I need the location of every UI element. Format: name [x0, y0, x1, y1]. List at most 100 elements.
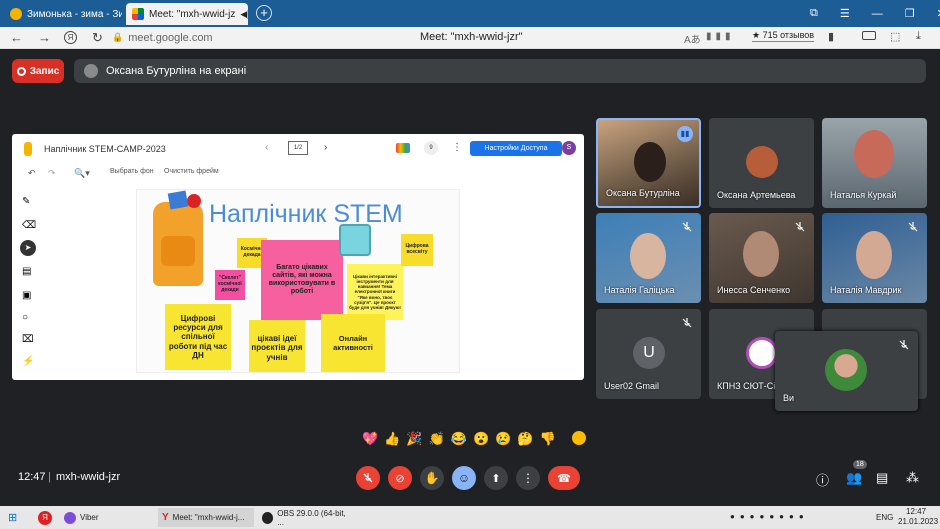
battery-icon [862, 31, 876, 40]
meet-present-icon[interactable] [396, 143, 410, 153]
new-tab-button[interactable]: + [256, 5, 272, 21]
yandex-taskbar-button[interactable]: Я [34, 508, 56, 527]
prev-frame-icon[interactable]: ‹ [265, 142, 268, 153]
canvas-title: Наплічник STEM [209, 200, 403, 228]
sticky-cikavi-tools[interactable]: Цікави інтерактивні інструменти для навч… [347, 264, 403, 320]
textbox-icon[interactable]: ⌧ [22, 334, 34, 345]
reaction-surprised[interactable]: 😮 [473, 431, 489, 449]
reactions-button[interactable]: ☺ [452, 466, 476, 490]
windows-icon: ⊞ [8, 512, 18, 524]
sticky-note-icon[interactable]: ▤ [22, 266, 31, 277]
select-icon[interactable]: ➤ [20, 240, 36, 256]
taskbar-viber[interactable]: Viber [60, 508, 150, 527]
translate-icon[interactable]: Aあ [684, 31, 701, 46]
sticky-online[interactable]: Онлайн активності [321, 314, 385, 372]
taskbar-obs[interactable]: OBS 29.0.0 (64-bit, ... [258, 508, 354, 527]
participant-tile[interactable]: Инесса Сенченко [709, 213, 814, 303]
next-frame-icon[interactable]: › [324, 142, 327, 153]
reload-icon[interactable]: ↻ [92, 30, 103, 46]
participant-tile[interactable]: Наталія Мавдрик [822, 213, 927, 303]
start-button[interactable]: ⊞ [4, 508, 21, 527]
redo-icon[interactable]: ↷ [48, 168, 56, 179]
participant-tile[interactable]: Оксана Артемьева [709, 118, 814, 208]
reviews-badge[interactable]: ★ 715 отзывов [752, 30, 815, 42]
chat-icon[interactable]: ▤ [876, 470, 888, 486]
user-avatar[interactable]: S [562, 141, 576, 155]
browser-tab-strip: Зимонька - зима - Зимонь Meet: "mxh-wwid… [0, 0, 940, 27]
back-icon[interactable]: ← [10, 30, 23, 45]
reaction-heart[interactable]: 💖 [362, 431, 378, 449]
viber-icon [64, 511, 76, 524]
record-button[interactable]: Запис [12, 59, 64, 83]
activities-icon[interactable]: ⁂ [906, 470, 919, 486]
laser-icon[interactable]: ⚡ [22, 356, 34, 367]
leave-call-button[interactable]: ☎ [548, 466, 580, 490]
sticky-skelet[interactable]: "Скелет" космічної декади [215, 270, 245, 300]
choose-background-button[interactable]: Выбрать фон [110, 168, 154, 175]
bookmark-icon[interactable]: ▮ [828, 30, 834, 43]
more-vert-icon[interactable]: ⋮ [452, 142, 462, 153]
close-window-icon[interactable]: ✕ [937, 7, 940, 20]
raise-hand-button[interactable]: ✋ [420, 466, 444, 490]
clock-time[interactable]: 12:47 [906, 507, 926, 516]
reaction-thumbs-down[interactable]: 👎 [540, 431, 556, 449]
present-button[interactable]: ⬆ [484, 466, 508, 490]
share-button[interactable]: Настройки Доступа [470, 141, 562, 156]
pen-icon[interactable]: ✎ [22, 196, 30, 207]
extensions-icon[interactable]: ⬚ [890, 30, 900, 43]
eraser-icon[interactable]: ⌫ [22, 220, 36, 231]
undo-icon[interactable]: ↶ [28, 168, 36, 179]
sticky-ideas[interactable]: цікаві ідеї проєктів для учнів [249, 320, 305, 372]
reaction-party[interactable]: 🎉 [406, 431, 422, 449]
taskbar-label: Viber [80, 513, 99, 522]
image-icon[interactable]: ▣ [22, 290, 31, 301]
participant-name: Оксана Артемьева [717, 190, 796, 200]
participant-tile[interactable]: ▮▮ Оксана Бутурліна [596, 118, 701, 208]
restore-icon[interactable]: ❐ [905, 7, 915, 20]
info-icon[interactable]: ⓘ [816, 470, 829, 489]
self-view-tile[interactable]: Ви [775, 331, 918, 411]
tab-zymonka[interactable]: Зимонька - зима - Зимонь [4, 3, 122, 25]
reaction-clap[interactable]: 👏 [429, 431, 445, 449]
more-options-button[interactable]: ⋮ [516, 466, 540, 490]
taskbar-meet[interactable]: Y Meet: "mxh-wwid-j... [158, 508, 254, 527]
people-icon[interactable]: 👥 [846, 470, 862, 486]
mic-toggle-button[interactable] [356, 466, 380, 490]
reaction-laugh[interactable]: 😂 [451, 431, 467, 449]
language-indicator[interactable]: ENG [876, 513, 893, 522]
clear-frame-button[interactable]: Очистить фрейм [164, 168, 219, 175]
participant-name: Наталія Галіцька [604, 285, 675, 295]
zoom-icon[interactable]: 🔍▾ [74, 168, 90, 179]
camera-toggle-button[interactable]: ⊘ [388, 466, 412, 490]
participant-name: Ви [783, 393, 795, 403]
skin-tone-icon[interactable] [571, 431, 586, 445]
forward-icon[interactable]: → [38, 30, 51, 45]
participant-tile[interactable]: Наталья Куркай [822, 118, 927, 208]
frame-counter[interactable]: 1/2 [288, 141, 308, 155]
url-field[interactable]: 🔒 meet.google.com [112, 29, 222, 46]
participant-tile[interactable]: Наталія Галіцька [596, 213, 701, 303]
jamboard-canvas[interactable]: Наплічник STEM Космічна декада "Скелет" … [136, 189, 460, 373]
minimize-icon[interactable]: — [872, 8, 883, 20]
jamboard-logo-icon [24, 142, 32, 156]
yandex-y-icon: Y [162, 512, 169, 523]
page-title: Meet: "mxh-wwid-jzr" [420, 31, 523, 43]
sticky-tsyfrovi[interactable]: Цифрові ресурси для спільної роботи під … [165, 304, 231, 370]
menu-icon[interactable]: ☰ [840, 7, 850, 20]
media-icons[interactable]: ▮▮▮ [706, 31, 735, 42]
tray-icons[interactable]: ●●●●●●●● [730, 512, 809, 521]
clock-date[interactable]: 21.01.2023 [898, 517, 938, 526]
tabs-icon[interactable]: ⧉ [810, 7, 818, 20]
circle-icon[interactable]: ○ [22, 312, 28, 323]
yandex-icon[interactable]: Я [64, 31, 77, 44]
reaction-thinking[interactable]: 🤔 [517, 431, 533, 449]
speaker-icon[interactable]: ◀) [240, 9, 248, 20]
participant-tile[interactable]: U User02 Gmail [596, 309, 701, 399]
avatar: U [633, 337, 665, 369]
reaction-sad[interactable]: 😢 [495, 431, 511, 449]
download-icon[interactable]: ⤓ [916, 30, 921, 43]
sticky-bagato[interactable]: Багато цікавих сайтів, які можна викорис… [261, 240, 343, 320]
tab-meet[interactable]: Meet: "mxh-wwid-jz ◀) ✕ [126, 3, 248, 25]
sticky-tsyfrova[interactable]: Цифрова всесвіту [401, 234, 433, 266]
reaction-thumbs-up[interactable]: 👍 [384, 431, 400, 449]
